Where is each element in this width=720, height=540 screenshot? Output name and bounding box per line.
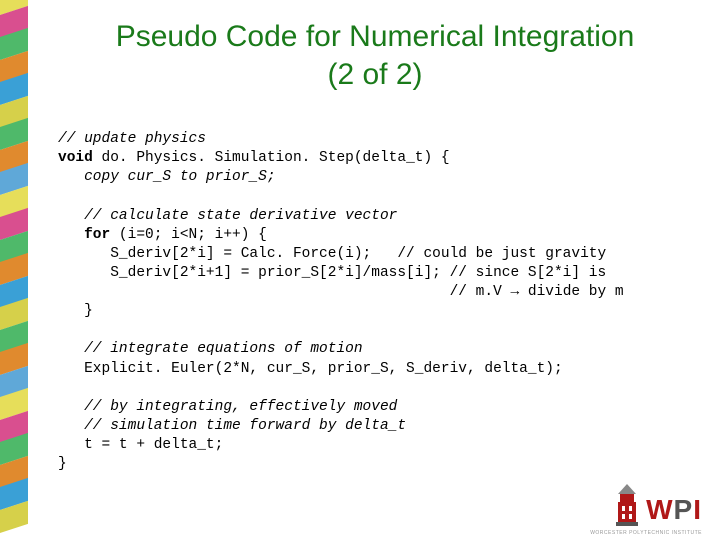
pseudocode-block: // update physics void do. Physics. Simu… [58,130,690,474]
code-comment: // update physics [58,131,206,147]
code-line: copy cur_S to prior_S; [58,169,276,185]
arrow-icon: → [510,284,519,300]
code-line: do. Physics. Simulation. Step(delta_t) { [93,150,450,166]
code-line: // m.V [58,284,510,300]
code-line: divide by m [519,284,623,300]
slide: Pseudo Code for Numerical Integration(2 … [0,0,720,540]
logo-letter-i: I [693,494,702,525]
wpi-text: WPI [646,496,702,526]
wpi-logo: WPI [614,484,702,526]
code-comment: // calculate state derivative vector [58,208,397,224]
code-keyword-void: void [58,150,93,166]
code-line: (i=0; i<N; i++) { [110,227,267,243]
wpi-tower-icon [614,484,640,526]
logo-letter-p: P [674,494,694,525]
code-line: S_deriv[2*i] = Calc. Force(i); // could … [58,246,606,262]
code-comment: // by integrating, effectively moved [58,399,397,415]
slide-title: Pseudo Code for Numerical Integration(2 … [50,18,700,93]
code-line: S_deriv[2*i+1] = prior_S[2*i]/mass[i]; /… [58,265,606,281]
left-color-stripe [0,0,28,540]
code-keyword-for: for [58,227,110,243]
code-line: Explicit. Euler(2*N, cur_S, prior_S, S_d… [58,361,563,377]
code-comment: // simulation time forward by delta_t [58,418,406,434]
code-line: } [58,303,93,319]
code-line: t = t + delta_t; [58,437,223,453]
logo-letter-w: W [646,494,673,525]
wpi-subtitle: WORCESTER POLYTECHNIC INSTITUTE [590,530,702,536]
code-comment: // integrate equations of motion [58,341,363,357]
code-line: } [58,456,67,472]
